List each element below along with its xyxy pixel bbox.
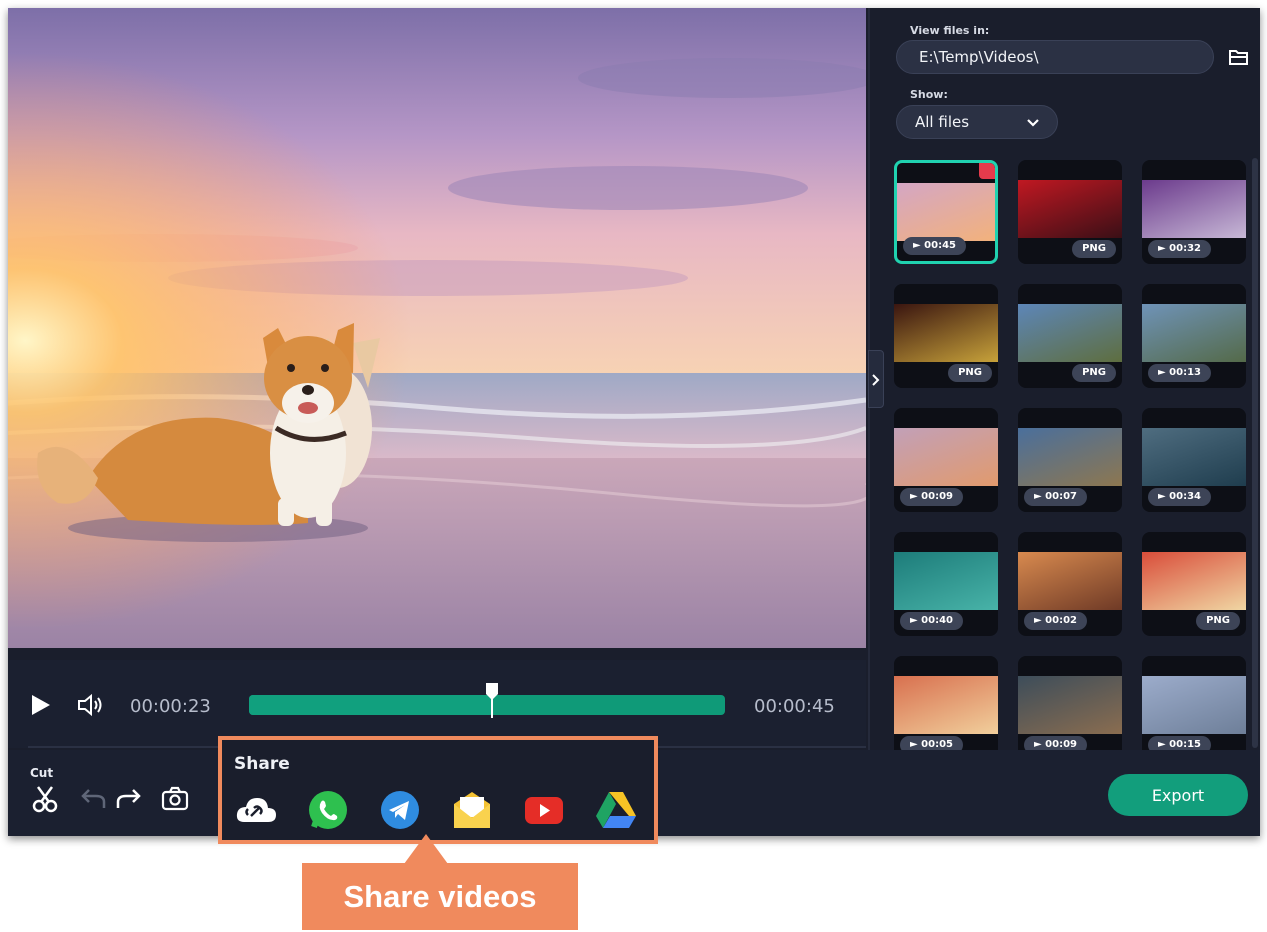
thumbnail-badge: ► 00:07	[1024, 488, 1088, 506]
thumbnail-badge: PNG	[1072, 240, 1116, 258]
export-button[interactable]: Export	[1108, 774, 1248, 816]
folder-icon[interactable]	[1228, 46, 1250, 68]
scissors-icon[interactable]	[30, 784, 60, 814]
youtube-icon[interactable]	[522, 788, 566, 832]
thumbnail-image	[1142, 676, 1246, 734]
seek-handle[interactable]	[485, 682, 499, 718]
scrollbar[interactable]	[1252, 158, 1258, 748]
thumbnail-badge: PNG	[948, 364, 992, 382]
thumbnail-badge: ► 00:15	[1148, 736, 1212, 750]
thumbnail-badge: ► 00:09	[900, 488, 964, 506]
media-thumbnail[interactable]: ► 00:32	[1142, 160, 1246, 264]
media-thumbnail[interactable]: ► 00:15	[1142, 656, 1246, 750]
remove-icon[interactable]	[979, 163, 995, 179]
whatsapp-icon[interactable]	[306, 788, 350, 832]
thumbnail-badge: ► 00:34	[1148, 488, 1212, 506]
thumbnail-image	[1018, 676, 1122, 734]
volume-icon[interactable]	[76, 692, 106, 718]
media-thumbnail[interactable]: ► 00:13	[1142, 284, 1246, 388]
play-icon[interactable]	[30, 693, 52, 717]
seek-bar-fill	[249, 695, 492, 715]
media-thumbnail[interactable]: ► 00:09	[894, 408, 998, 512]
show-filter-value: All files	[915, 113, 970, 131]
media-thumbnail[interactable]: ► 00:34	[1142, 408, 1246, 512]
thumbnail-image	[1018, 304, 1122, 362]
thumbnail-image	[897, 183, 995, 241]
folder-path-field[interactable]: E:\Temp\Videos\	[896, 40, 1214, 74]
thumbnail-image	[1142, 428, 1246, 486]
media-thumbnail[interactable]: PNG	[1142, 532, 1246, 636]
thumbnail-image	[1018, 180, 1122, 238]
google-drive-icon[interactable]	[594, 788, 638, 832]
undo-icon[interactable]	[78, 784, 108, 814]
email-icon[interactable]	[450, 788, 494, 832]
thumbnail-badge: ► 00:45	[903, 237, 967, 255]
redo-icon[interactable]	[114, 784, 144, 814]
video-editor-window: 00:00:23 00:00:45 Cut Export View files …	[8, 8, 1260, 836]
video-preview[interactable]	[8, 8, 866, 648]
share-videos-callout: Share videos	[302, 863, 578, 930]
total-time: 00:00:45	[754, 696, 835, 717]
thumbnail-badge: ► 00:32	[1148, 240, 1212, 258]
share-title: Share	[234, 754, 290, 774]
thumbnail-image	[894, 676, 998, 734]
view-files-label: View files in:	[910, 24, 990, 37]
thumbnail-badge: ► 00:02	[1024, 612, 1088, 630]
show-filter-dropdown[interactable]: All files	[896, 105, 1058, 139]
thumbnail-image	[1142, 552, 1246, 610]
thumbnail-badge: ► 00:05	[900, 736, 964, 750]
telegram-icon[interactable]	[378, 788, 422, 832]
media-thumbnail[interactable]: ► 00:45	[894, 160, 998, 264]
share-popup: Share	[218, 736, 658, 844]
thumbnail-image	[894, 304, 998, 362]
media-thumbnail[interactable]: ► 00:02	[1018, 532, 1122, 636]
collapse-panel-button[interactable]	[868, 350, 884, 408]
thumbnail-badge: ► 00:40	[900, 612, 964, 630]
callout-pointer	[404, 834, 448, 864]
media-thumbnail[interactable]: PNG	[894, 284, 998, 388]
files-panel: View files in: E:\Temp\Videos\ Show: All…	[868, 8, 1260, 750]
thumbnail-image	[1142, 180, 1246, 238]
thumbnail-image	[1018, 552, 1122, 610]
media-thumbnail[interactable]: PNG	[1018, 160, 1122, 264]
player-controls: 00:00:23 00:00:45	[8, 660, 866, 748]
thumbnail-image	[894, 428, 998, 486]
show-label: Show:	[910, 88, 948, 101]
cloud-link-icon[interactable]	[234, 788, 278, 832]
chevron-right-icon	[872, 374, 880, 386]
thumbnail-badge: PNG	[1072, 364, 1116, 382]
media-thumbnail[interactable]: ► 00:05	[894, 656, 998, 750]
thumbnail-badge: ► 00:13	[1148, 364, 1212, 382]
thumbnail-image	[1018, 428, 1122, 486]
thumbnail-image	[894, 552, 998, 610]
thumbnail-image	[1142, 304, 1246, 362]
camera-icon[interactable]	[160, 784, 190, 814]
media-thumbnail[interactable]: PNG	[1018, 284, 1122, 388]
current-time: 00:00:23	[130, 696, 211, 717]
thumbnail-badge: ► 00:09	[1024, 736, 1088, 750]
chevron-down-icon	[1027, 119, 1039, 127]
media-thumbnail[interactable]: ► 00:09	[1018, 656, 1122, 750]
beach-corgi-frame	[8, 8, 866, 648]
media-thumbnail[interactable]: ► 00:07	[1018, 408, 1122, 512]
media-thumbnail[interactable]: ► 00:40	[894, 532, 998, 636]
cut-label: Cut	[30, 766, 54, 780]
folder-path-text: E:\Temp\Videos\	[919, 48, 1039, 66]
thumbnail-badge: PNG	[1196, 612, 1240, 630]
